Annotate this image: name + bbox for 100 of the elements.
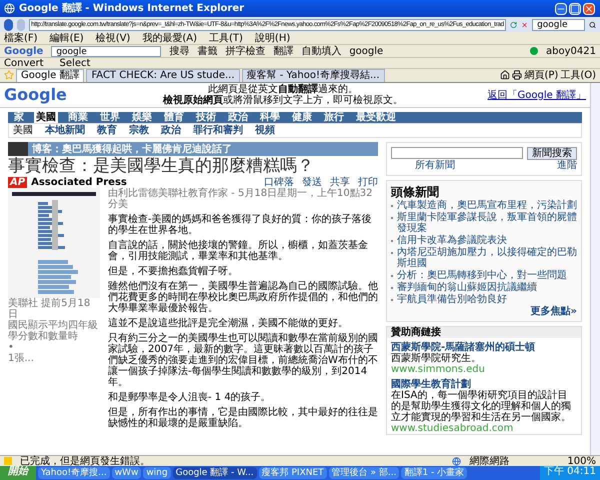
article-headline: 事實檢查：是美國學生真的那麼糟糕嗎？ — [8, 156, 315, 176]
taskbar-button[interactable]: 翻譯1 - 小畫家 — [401, 467, 468, 479]
view-original-notice: 檢視原始網頁或將滑鼠移到文字上方，即可檢視原文。 — [163, 95, 404, 106]
news-link[interactable]: 信用卡改革為參議院表決 — [391, 235, 577, 246]
sponsor-link[interactable]: 國際學生教育計劃 — [391, 379, 577, 390]
more-link[interactable]: 更多焦點» — [530, 306, 577, 317]
minimize-button[interactable] — [555, 2, 567, 14]
news-search-field[interactable] — [391, 147, 523, 159]
news-link[interactable]: 汽車製造商，奧巴馬宣布里程，污染計劃 — [391, 200, 577, 211]
subnav-item[interactable]: 政治 — [161, 125, 181, 136]
advanced-link[interactable]: 進階 — [557, 160, 577, 171]
browser-tab[interactable]: FACT CHECK: Are US stude... — [86, 69, 240, 82]
news-link[interactable]: 斯里蘭卡陸軍參謀長說，叛軍首領的屍體發現案 — [391, 212, 577, 234]
article-action-link[interactable]: 打印 — [358, 177, 378, 188]
image-caption: • — [8, 342, 14, 353]
menu-item[interactable]: 我的最愛(A) — [142, 32, 197, 44]
back-button[interactable] — [4, 18, 13, 30]
toolbar-button[interactable]: 拼字檢查 — [225, 46, 266, 56]
maximize-button[interactable] — [569, 2, 581, 14]
close-button[interactable] — [583, 2, 595, 14]
refresh-icon[interactable] — [510, 20, 517, 30]
image-caption: 美聯社 提前5月18日 — [8, 298, 92, 320]
nav-item[interactable]: 體育 — [162, 112, 186, 123]
nav-item[interactable]: 技術 — [194, 112, 218, 123]
article-paragraph: 雖然他們沒有在第一，美國學生普遍認為自己的國際試驗。他們花費更多的時間在學校比奧巴馬政府所作提倡的，和他們的大學畢業率最優於報告。 — [108, 281, 378, 314]
nav-item[interactable]: 世界 — [98, 112, 122, 123]
toolbar-button[interactable]: google — [349, 46, 384, 56]
menu-item[interactable]: 工具(T) — [209, 32, 243, 44]
subnav-item[interactable]: 罪行和審判 — [193, 125, 243, 136]
search-scope-link[interactable]: 所有新聞 — [415, 160, 455, 171]
google-logo: Google — [4, 46, 44, 56]
image-caption: 1張... — [8, 353, 35, 364]
translation-notice: 此網頁是從英文自動翻譯過來的。 — [208, 84, 358, 95]
subnav-item[interactable]: 宗教 — [129, 125, 149, 136]
taskbar-button[interactable]: 管理後台 » 部... — [328, 467, 400, 479]
taskbar-button[interactable]: wWw — [112, 467, 142, 479]
back-to-translate-link[interactable]: 返回「Google 翻譯」 — [488, 90, 586, 100]
source-name: Associated Press — [31, 177, 127, 188]
article-paragraph: 但是，不要擔抱蠢貨帽子呀。 — [108, 266, 239, 277]
google-logo: Google — [4, 86, 67, 104]
status-text: 已完成，但是網頁發生錯誤。 — [20, 456, 151, 466]
start-button[interactable]: 開始 — [0, 466, 36, 480]
toolbar-button[interactable]: Convert — [4, 58, 44, 68]
panel-title: 贊助商鏈接 — [387, 327, 581, 338]
ie-logo-icon — [4, 3, 15, 14]
news-link[interactable]: 分析：奧巴馬轉移到中心，對一些問題 — [391, 270, 577, 281]
toolbar-button[interactable]: 翻譯 — [273, 46, 294, 56]
toolbar-button[interactable]: 書籤 — [197, 46, 218, 56]
news-link[interactable]: 宇航員準備告別哈勃良好 — [391, 294, 577, 305]
article-paragraph: 事實檢查-美國的媽媽和爸爸獲得了良好的質：你的孩子落後的學生在世界各地。 — [108, 214, 373, 236]
search-field[interactable]: google — [532, 18, 585, 30]
nav-item[interactable]: 旅行 — [322, 112, 346, 123]
search-icon[interactable] — [588, 20, 596, 30]
command-button[interactable]: 工具(O) — [560, 70, 596, 81]
taskbar-button[interactable]: 瘦客邦 PIXNET — [258, 467, 327, 479]
sponsor-link[interactable]: 西蒙斯學院-馬薩諸塞州的碩士頓 — [391, 342, 577, 353]
news-search-button[interactable]: 新聞搜索 — [527, 147, 577, 160]
command-button[interactable]: 網頁(P) — [524, 70, 558, 81]
article-paragraph: 和是郵學率是令人沮喪- 1 4的孩子。 — [108, 392, 272, 403]
subnav-item[interactable]: 視頻 — [255, 125, 275, 136]
browser-tab[interactable]: 瘦客幫 - Yahoo!奇摩搜尋結... — [242, 69, 384, 82]
image-caption: 國民顯示平均四年級學分數和數量時 — [8, 320, 99, 342]
article-action-link[interactable]: 口碑落 — [264, 177, 294, 188]
account-name[interactable]: aboy0421 — [546, 46, 596, 56]
subnav-item[interactable]: 本地新聞 — [45, 125, 85, 136]
zoom-level[interactable]: 100% — [567, 456, 596, 466]
article-action-link[interactable]: 共享 — [330, 177, 350, 188]
subnav-item[interactable]: 教育 — [97, 125, 117, 136]
menu-item[interactable]: 檢視(V) — [96, 32, 130, 44]
nav-item[interactable]: 科學 — [258, 112, 282, 123]
globe-icon — [452, 456, 462, 466]
taskbar-button[interactable]: Google 翻譯 - W... — [172, 467, 257, 479]
article-paragraph: 只有約三分之一的美國學生也可以閱讀和數學在當前級別的國家試驗，2007年，最新的數字。這更昧著數以百萬計的孩子們缺乏優秀的強要走進到的宏偉目標，前總統喬治W布什的不讓一個孩子掉隊法-每個學生閱讀和數數學的級別，到2014年。 — [108, 333, 378, 388]
nav-item[interactable]: 商業 — [66, 112, 90, 123]
nav-item[interactable]: 美國 — [34, 112, 58, 123]
menu-item[interactable]: 檔案(F) — [4, 32, 38, 44]
taskbar-button[interactable]: Yahoo!奇摩搜... — [38, 467, 110, 479]
taskbar-button[interactable]: wing — [143, 467, 171, 479]
sponsor-text: 在ISA的，每一個學術研究項目的設計目的是幫助學生獲得文化的理解和個人的獨立才能實現的學習和生活在另一個國家。 — [391, 390, 572, 423]
ap-logo: AP — [8, 177, 28, 188]
nav-item[interactable]: 政治 — [226, 112, 250, 123]
toolbar-button[interactable]: 搜尋 — [169, 46, 190, 56]
clock: 下午 04:11 — [540, 466, 600, 480]
nav-item[interactable]: 家 — [12, 112, 26, 123]
print-icon[interactable] — [512, 70, 522, 80]
scrollbar[interactable] — [590, 83, 600, 455]
home-icon[interactable] — [500, 70, 510, 80]
news-link[interactable]: 內塔尼亞胡施加壓力，以接得確定的巴勒斯坦國 — [391, 247, 577, 269]
menu-item[interactable]: 編輯(E) — [50, 32, 84, 44]
menu-item[interactable]: 說明(H) — [254, 32, 290, 44]
browser-tab[interactable]: Google 翻譯 — [16, 69, 84, 82]
toolbar-button[interactable]: Select — [60, 58, 90, 68]
nav-item[interactable]: 最受歡迎 — [354, 112, 398, 123]
article-action-link[interactable]: 發送 — [302, 177, 322, 188]
news-link[interactable]: 審判緬甸的翁山蘇姬因抗議繼續 — [391, 282, 577, 293]
toolbar-search-field[interactable]: google — [51, 46, 162, 56]
nav-item[interactable]: 娛樂 — [130, 112, 154, 123]
article-paragraph: 這並不是說這些批評是完全潮濕，美國不能做的更好。 — [108, 318, 349, 329]
toolbar-button[interactable]: 自動填入 — [301, 46, 342, 56]
nav-item[interactable]: 健康 — [290, 112, 314, 123]
